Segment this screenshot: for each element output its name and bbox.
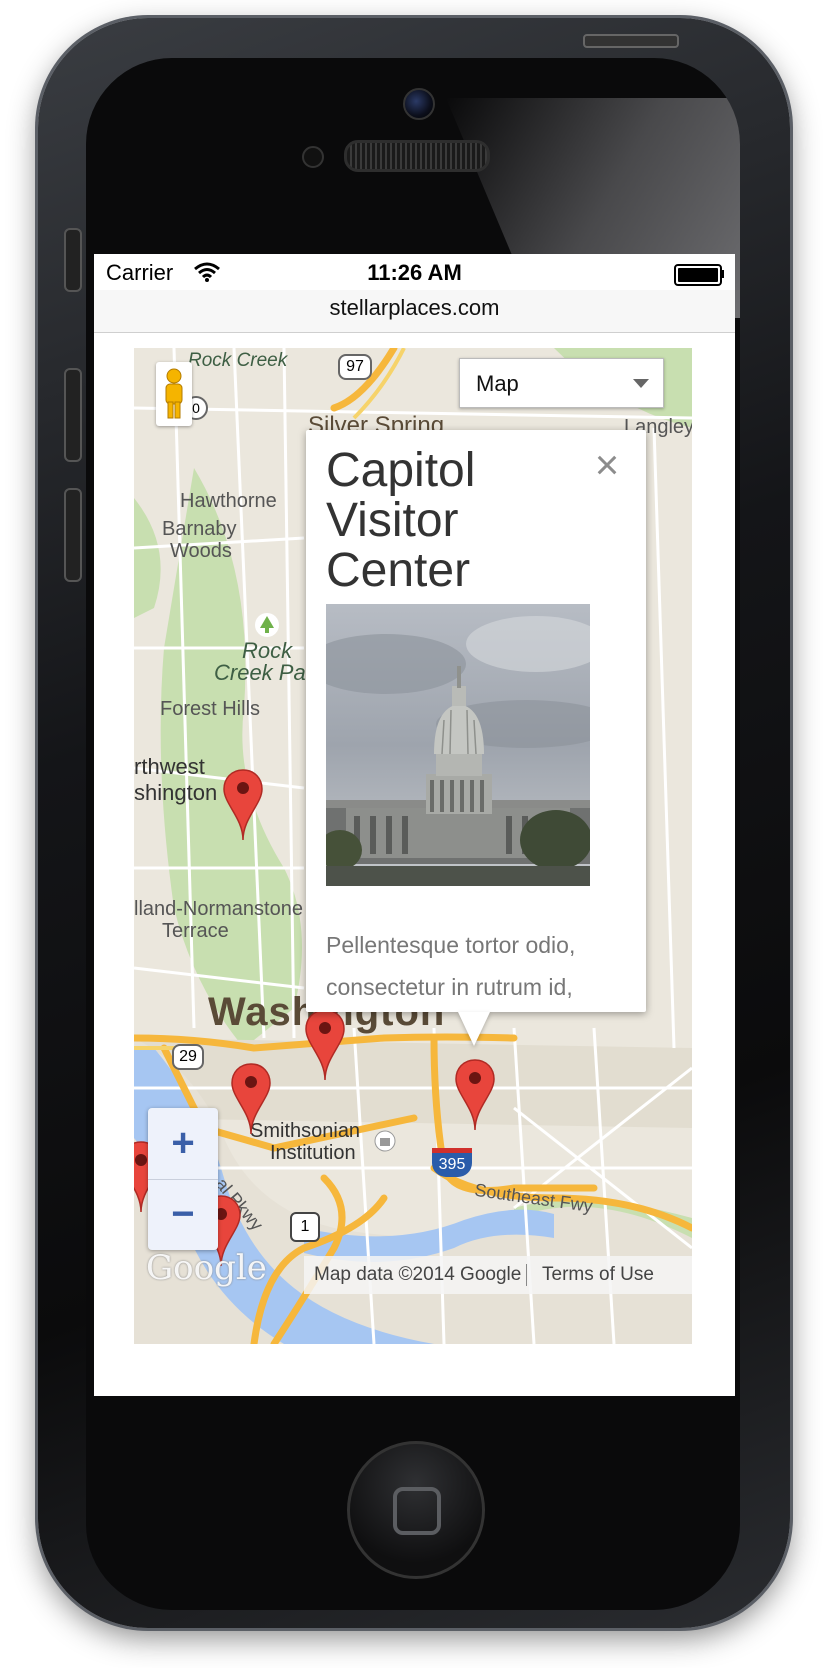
terms-of-use-link[interactable]: Terms of Use [542, 1256, 654, 1294]
earpiece-speaker [344, 140, 490, 172]
close-icon[interactable]: × [590, 444, 624, 486]
map-pin[interactable] [304, 1008, 346, 1080]
zoom-out-button[interactable]: − [148, 1179, 218, 1250]
capitol-photo [326, 604, 590, 886]
map-label: Barnaby [162, 518, 237, 540]
map-pin[interactable] [230, 1062, 272, 1134]
route-shield: 97 [338, 354, 372, 380]
home-square-icon [393, 1487, 441, 1535]
info-window-pointer [458, 1012, 490, 1046]
map-attribution: Map data ©2014 Google Terms of Use [304, 1256, 692, 1294]
google-map[interactable]: Rock Creek Silver Spring Langley Hawthor… [134, 348, 692, 1344]
status-bar: Carrier 11:26 AM [94, 254, 735, 292]
map-label: Institution [270, 1142, 356, 1164]
map-label: Terrace [162, 920, 229, 942]
route-shield: 29 [172, 1044, 204, 1070]
route-shield: 1 [290, 1212, 320, 1242]
zoom-control: + − [148, 1108, 218, 1250]
interstate-shield: 395 [432, 1148, 472, 1177]
map-pin[interactable] [222, 768, 264, 840]
map-type-selected: Map [476, 371, 519, 396]
map-label: lland-Normanstone [134, 898, 303, 920]
zoom-in-button[interactable]: + [148, 1108, 218, 1180]
map-type-dropdown[interactable]: Map [459, 358, 664, 408]
street-view-pegman-button[interactable] [156, 362, 192, 426]
home-button[interactable] [347, 1441, 485, 1579]
park-icon [255, 613, 279, 637]
url-bar[interactable]: stellarplaces.com [94, 290, 735, 333]
map-label: rthwest [134, 754, 205, 779]
map-pin-selected[interactable] [454, 1058, 496, 1130]
proximity-sensor [302, 146, 324, 168]
map-label: Rock Creek [188, 350, 288, 371]
map-data-credit: Map data ©2014 Google [314, 1264, 522, 1285]
volume-up-button [64, 368, 82, 462]
map-label: Hawthorne [180, 490, 277, 512]
front-camera [403, 88, 435, 120]
volume-down-button [64, 488, 82, 582]
battery-icon [674, 264, 722, 286]
power-button [583, 34, 679, 48]
pegman-icon [165, 368, 183, 419]
phone-screen: Carrier 11:26 AM stellarplaces.com Rock … [94, 254, 735, 1396]
dropdown-arrow-icon [633, 379, 649, 388]
info-window-title: Capitol Visitor Center [326, 444, 476, 597]
map-label: shington [134, 780, 218, 805]
museum-icon [374, 1130, 396, 1152]
status-time: 11:26 AM [367, 260, 462, 285]
info-window: Capitol Visitor Center × Pellentesque to… [306, 430, 646, 1012]
google-logo: Google [146, 1248, 267, 1288]
map-label: Woods [170, 540, 232, 562]
battery-tip [721, 270, 724, 278]
attribution-divider [526, 1264, 527, 1286]
map-label: Creek Par [214, 660, 314, 685]
map-label: Forest Hills [160, 698, 261, 720]
mute-switch [64, 228, 82, 292]
info-window-description: Pellentesque tortor odio, consectetur in… [326, 932, 576, 1000]
url-text: stellarplaces.com [329, 295, 500, 320]
